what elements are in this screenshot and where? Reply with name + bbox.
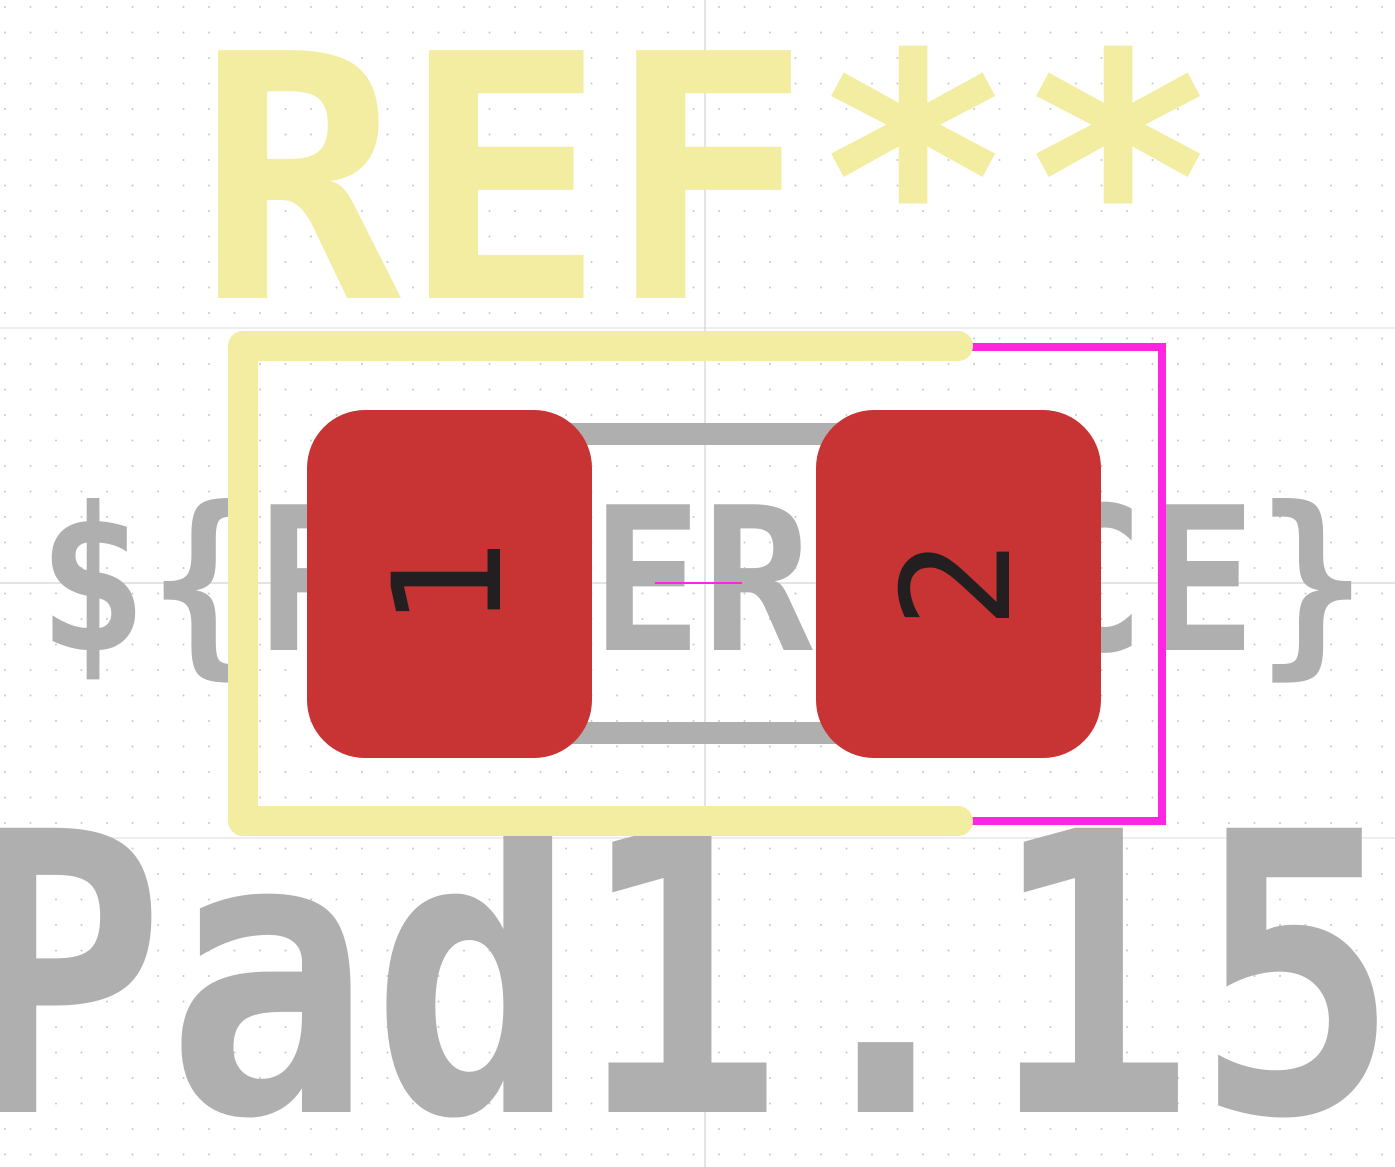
pad-2[interactable]: 2 [816, 410, 1101, 758]
footprint-canvas[interactable]: ${REFERENCE} Pad1.15 REF** 1 2 [0, 0, 1395, 1167]
pad-2-number: 2 [871, 539, 1045, 629]
reference-designator-text[interactable]: REF** [196, 0, 1221, 379]
board-svg[interactable]: ${REFERENCE} Pad1.15 REF** 1 2 [0, 0, 1395, 1167]
pad-1-number: 1 [362, 539, 536, 629]
pad-1[interactable]: 1 [307, 410, 592, 758]
